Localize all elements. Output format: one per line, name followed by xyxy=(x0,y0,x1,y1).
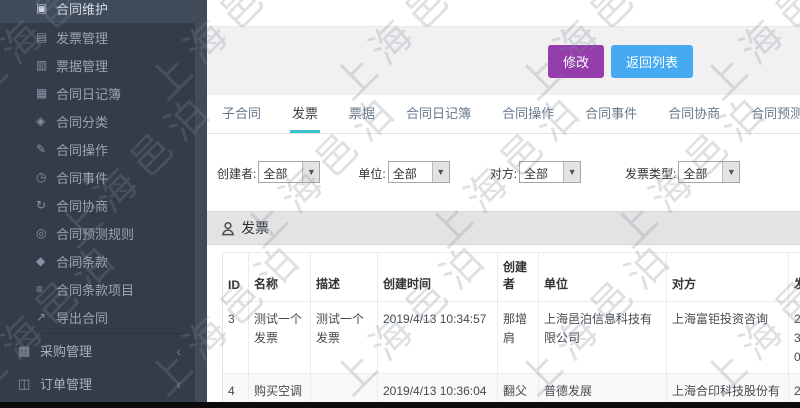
sidebar-groups: ▩ 采购管理 ‹ ◫ 订单管理 ‹ xyxy=(0,333,195,400)
filter-0: 创建者: 全部 ▼ xyxy=(217,161,321,183)
table-cell: 3 xyxy=(222,301,249,374)
edit-button[interactable]: 修改 xyxy=(547,45,604,78)
edit-icon: ✎ xyxy=(36,142,47,156)
tab-2[interactable]: 票据 xyxy=(347,95,377,133)
detail-card: 子合同发票票据合同日记簿合同操作合同事件合同协商合同预测规则合同条款 创建者: … xyxy=(207,95,800,408)
sidebar-group-0[interactable]: ▩ 采购管理 ‹ xyxy=(0,334,195,367)
tab-4[interactable]: 合同操作 xyxy=(500,95,556,133)
invoice-icon: ▤ xyxy=(36,30,48,44)
sidebar-item-3[interactable]: ▦ 合同日记簿 xyxy=(0,79,195,107)
sidebar-item-9[interactable]: ◆ 合同条款 xyxy=(0,247,195,275)
tab-1[interactable]: 发票 xyxy=(290,95,321,133)
column-header: 对方 xyxy=(666,252,789,302)
table-cell: 测试一个发票 xyxy=(310,301,378,374)
sidebar-item-11[interactable]: ↗ 导出合同 xyxy=(0,303,195,331)
calendar-icon: ▦ xyxy=(36,86,48,100)
column-header: ID xyxy=(222,252,249,302)
table-cell: 上海富钜投资咨询 xyxy=(666,301,789,374)
sidebar-item-4[interactable]: ◈ 合同分类 xyxy=(0,107,195,135)
sidebar-item-10[interactable]: ≡ 合同条款项目 xyxy=(0,275,195,303)
book-icon: ▣ xyxy=(36,1,48,15)
tab-3[interactable]: 合同日记簿 xyxy=(404,95,473,133)
tab-0[interactable]: 子合同 xyxy=(220,95,263,133)
sidebar-group-1[interactable]: ◫ 订单管理 ‹ xyxy=(0,367,195,400)
table-body: 3 测试一个发票 测试一个发票 2019/4/13 10:34:57 那增肩 上海邑泊信息… xyxy=(222,301,800,408)
table-cell: 2019/4/13 10:34:57 xyxy=(377,301,498,374)
main-content: 修改 返回列表 子合同发票票据合同日记簿合同操作合同事件合同协商合同预测规则合同… xyxy=(207,0,800,408)
filter-row: 创建者: 全部 ▼ 单位: 全部 ▼ 对方: 全部 ▼ 发票类型: 全部 ▼ xyxy=(207,160,800,184)
column-header: 描述 xyxy=(310,252,378,302)
chevron-left-icon: ‹ xyxy=(176,342,181,359)
table-cell: 那增肩 xyxy=(497,301,539,374)
cart-icon: ◫ xyxy=(18,375,31,391)
app-window: ▣ 合同维护 ▤ 发票管理 ▥ 票据管理 ▦ 合同日记簿 ◈ 合同分类 ✎ 合同… xyxy=(0,0,800,408)
dropdown-arrow-icon: ▼ xyxy=(722,162,740,182)
filter-3: 发票类型: 全部 ▼ xyxy=(625,161,741,183)
toolbar: 修改 返回列表 xyxy=(547,45,693,78)
search-icon: ◎ xyxy=(36,226,47,240)
clock-icon: ◷ xyxy=(36,170,47,184)
column-header: 单位 xyxy=(538,252,667,302)
sidebar-scrollbar[interactable] xyxy=(195,0,207,408)
back-to-list-button[interactable]: 返回列表 xyxy=(610,45,693,78)
column-header: 创建者 xyxy=(497,252,539,302)
dropdown-arrow-icon: ▼ xyxy=(302,162,320,182)
invoice-table: ID名称描述创建时间创建者单位对方发票日期 3测试一个发票测试一个发票2019/… xyxy=(222,252,800,408)
basket-icon: ▩ xyxy=(18,342,31,358)
filter-select-3[interactable]: 全部 ▼ xyxy=(678,161,741,183)
sidebar-item-0[interactable]: ▣ 合同维护 xyxy=(0,0,195,23)
tag-icon: ◆ xyxy=(36,254,46,268)
section-title: 发票 xyxy=(241,220,269,236)
refresh-icon: ↻ xyxy=(36,198,47,212)
filter-select-0[interactable]: 全部 ▼ xyxy=(258,161,321,183)
table-cell: 测试一个发票 xyxy=(248,301,311,374)
tab-6[interactable]: 合同协商 xyxy=(666,95,722,133)
category-icon: ◈ xyxy=(36,114,46,128)
sidebar-item-1[interactable]: ▤ 发票管理 xyxy=(0,23,195,51)
filter-select-1[interactable]: 全部 ▼ xyxy=(387,161,450,183)
column-header: 创建时间 xyxy=(377,252,498,302)
sidebar-menu: ▣ 合同维护 ▤ 发票管理 ▥ 票据管理 ▦ 合同日记簿 ◈ 合同分类 ✎ 合同… xyxy=(0,0,195,331)
tab-5[interactable]: 合同事件 xyxy=(583,95,639,133)
sidebar-item-2[interactable]: ▥ 票据管理 xyxy=(0,51,195,79)
chevron-left-icon: ‹ xyxy=(176,375,181,392)
table-header-row: ID名称描述创建时间创建者单位对方发票日期 xyxy=(222,252,800,302)
tab-7[interactable]: 合同预测规则 xyxy=(749,95,800,133)
sidebar-item-8[interactable]: ◎ 合同预测规则 xyxy=(0,219,195,247)
table-cell: 上海邑泊信息科技有限公司 xyxy=(538,301,667,374)
column-header: 发票日期 xyxy=(788,252,800,302)
section-header: 发票 xyxy=(207,211,800,245)
filter-2: 对方: 全部 ▼ xyxy=(490,161,582,183)
sidebar-item-6[interactable]: ◷ 合同事件 xyxy=(0,163,195,191)
dropdown-arrow-icon: ▼ xyxy=(563,162,581,182)
export-icon: ↗ xyxy=(36,310,47,324)
column-header: 名称 xyxy=(248,252,311,302)
sidebar: ▣ 合同维护 ▤ 发票管理 ▥ 票据管理 ▦ 合同日记簿 ◈ 合同分类 ✎ 合同… xyxy=(0,0,195,408)
dropdown-arrow-icon: ▼ xyxy=(431,162,449,182)
filter-select-2[interactable]: 全部 ▼ xyxy=(519,161,582,183)
tab-bar: 子合同发票票据合同日记簿合同操作合同事件合同协商合同预测规则合同条款 xyxy=(207,95,800,134)
table-cell: 2019/4/13 0:00:00 xyxy=(788,301,800,374)
invoice-table-wrap: ID名称描述创建时间创建者单位对方发票日期 3测试一个发票测试一个发票2019/… xyxy=(222,252,800,408)
sidebar-item-7[interactable]: ↻ 合同协商 xyxy=(0,191,195,219)
list-icon: ≡ xyxy=(36,282,44,296)
filter-1: 单位: 全部 ▼ xyxy=(358,161,450,183)
table-row-0[interactable]: 3 测试一个发票 测试一个发票 2019/4/13 10:34:57 那增肩 上海邑泊信息… xyxy=(222,301,800,374)
toolbar-band xyxy=(207,26,800,95)
person-icon xyxy=(221,221,235,235)
sidebar-item-5[interactable]: ✎ 合同操作 xyxy=(0,135,195,163)
bottom-edge-bar xyxy=(0,402,800,408)
note-icon: ▥ xyxy=(36,58,48,72)
